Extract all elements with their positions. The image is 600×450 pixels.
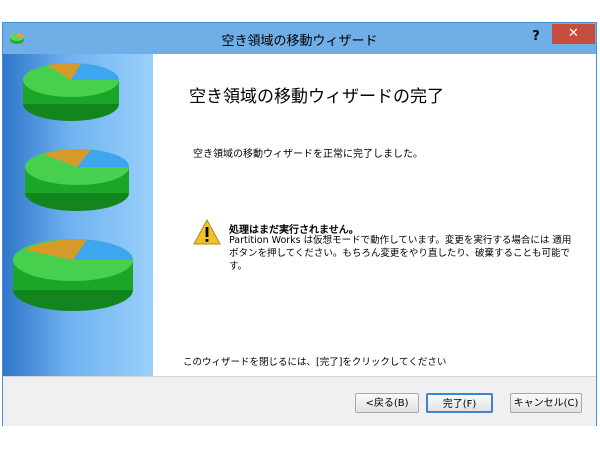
warning-icon xyxy=(193,219,221,245)
close-button[interactable]: ✕ xyxy=(552,24,595,44)
button-bar: <戻る(B) 完了(F) キャンセル(C) xyxy=(3,376,596,426)
wizard-content: 空き領域の移動ウィザードの完了 空き領域の移動ウィザードを正常に完了しました。 … xyxy=(153,54,596,376)
window-title: 空き領域の移動ウィザード xyxy=(221,34,378,49)
finish-button[interactable]: 完了(F) xyxy=(426,393,493,413)
back-button[interactable]: <戻る(B) xyxy=(355,393,419,413)
help-button[interactable]: ? xyxy=(523,27,549,47)
closing-instruction: このウィザードを閉じるには、[完了]をクリックしてください xyxy=(183,357,447,368)
page-title: 空き領域の移動ウィザードの完了 xyxy=(189,87,444,107)
warning-text: Partition Works は仮想モードで動作しています。変更を実行する場合… xyxy=(229,235,572,272)
title-bar: 空き領域の移動ウィザード ? ✕ xyxy=(3,23,596,54)
wizard-window: 空き領域の移動ウィザード ? ✕ 空き領域の移動ウィザードの完了 空き領域の移動… xyxy=(2,22,597,426)
wizard-sidebar-image xyxy=(3,54,153,376)
completion-message: 空き領域の移動ウィザードを正常に完了しました。 xyxy=(193,149,423,160)
disk-pie-icon xyxy=(13,63,134,311)
cancel-button[interactable]: キャンセル(C) xyxy=(510,393,582,413)
